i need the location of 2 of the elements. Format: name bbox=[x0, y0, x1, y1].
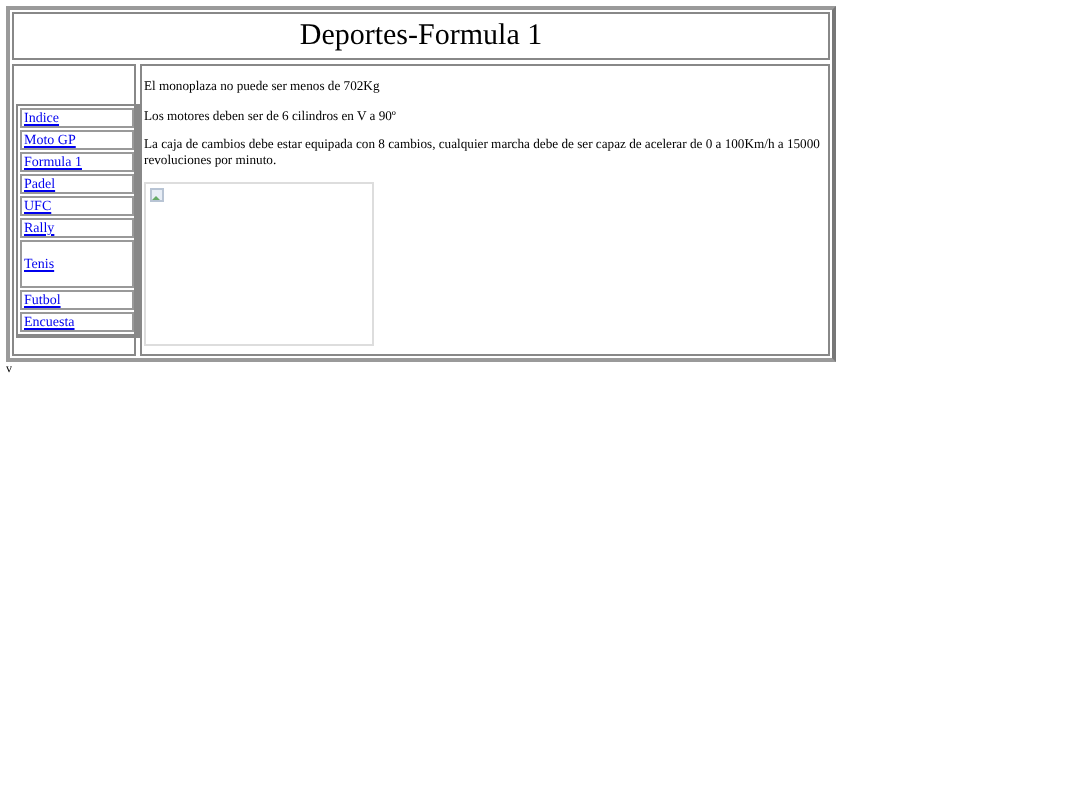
page-title: Deportes-Formula 1 bbox=[12, 12, 830, 60]
broken-image-icon bbox=[150, 188, 164, 202]
